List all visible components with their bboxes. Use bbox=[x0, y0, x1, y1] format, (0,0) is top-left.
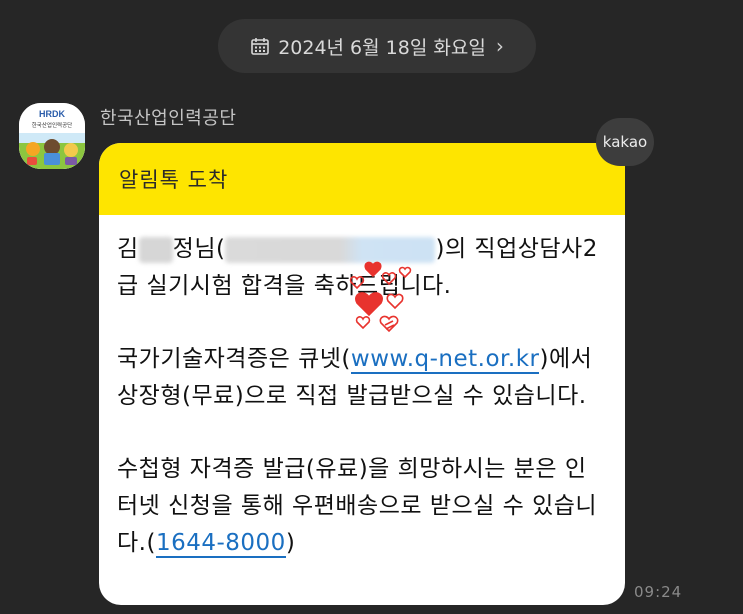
qnet-paragraph: 국가기술자격증은 큐넷(www.q-net.or.kr)에서 상장형(무료)으로… bbox=[117, 341, 605, 415]
message-timestamp: 09:24 bbox=[634, 583, 683, 601]
booklet-paragraph: 수첩형 자격증 발급(유료)을 희망하시는 분은 인터넷 신청을 통해 우편배송… bbox=[117, 451, 605, 562]
sender-avatar[interactable]: HRDK 한국산업인력공단 bbox=[19, 103, 85, 169]
booklet-text-after: ) bbox=[285, 530, 296, 556]
qnet-text-before: 국가기술자격증은 큐넷( bbox=[117, 346, 351, 372]
message-body: 김 정님()의 직업상담사2급 실기시험 합격을 축하드립니다. 국가기술자격증은… bbox=[99, 215, 625, 562]
alimtalk-header: 알림톡 도착 bbox=[99, 143, 625, 215]
qnet-link[interactable]: www.q-net.or.kr bbox=[350, 346, 540, 374]
message-bubble[interactable]: 알림톡 도착 김 정님()의 직업상담사2급 실기시험 합격을 축하드립니다. 국… bbox=[99, 143, 625, 605]
kakao-badge: kakao bbox=[596, 118, 654, 166]
redacted-info-blur bbox=[225, 236, 436, 263]
alimtalk-title: 알림톡 도착 bbox=[119, 168, 229, 192]
date-label: 2024년 6월 18일 화요일 bbox=[278, 36, 486, 59]
calendar-icon bbox=[250, 36, 270, 56]
avatar-logo-subtext: 한국산업인력공단 bbox=[32, 121, 72, 129]
greeting-prefix: 김 bbox=[117, 236, 139, 262]
redacted-name-blur bbox=[138, 236, 173, 263]
sender-name: 한국산업인력공단 bbox=[100, 108, 237, 129]
greeting-middle: 정님( bbox=[172, 236, 226, 262]
phone-link[interactable]: 1644-8000 bbox=[155, 530, 286, 558]
greeting-paragraph: 김 정님()의 직업상담사2급 실기시험 합격을 축하드립니다. bbox=[117, 231, 605, 305]
date-divider-button[interactable]: 2024년 6월 18일 화요일 › bbox=[218, 19, 536, 73]
avatar-logo-text: HRDK bbox=[39, 109, 65, 119]
chevron-right-icon: › bbox=[495, 34, 504, 58]
